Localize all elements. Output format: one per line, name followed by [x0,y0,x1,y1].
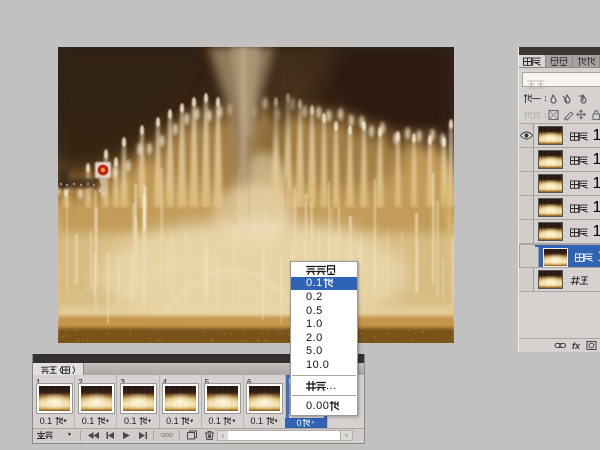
svg-text:fx: fx [572,341,581,351]
